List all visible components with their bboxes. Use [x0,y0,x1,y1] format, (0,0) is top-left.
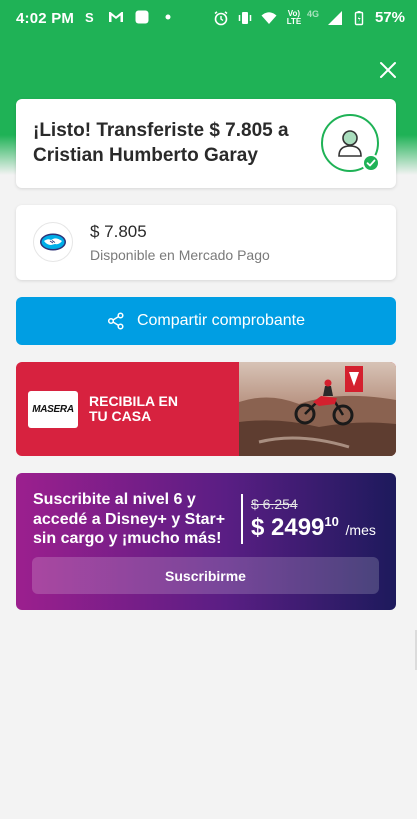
gmail-icon [108,9,124,25]
new-price-main: $ 2499 [251,514,325,541]
vibrate-icon [237,10,253,26]
check-icon [366,159,376,167]
battery-percentage: 57% [374,9,405,26]
subscription-text: Suscribite al nivel 6 y accedé a Disney+… [33,491,226,547]
close-button[interactable] [374,56,402,84]
network-gen-label: 4G [306,8,319,19]
balance-amount: $ 7.805 [90,222,147,241]
status-time: 4:02 PM [16,10,75,27]
share-icon [107,312,124,330]
app-square-icon [134,9,150,25]
notification-dot-icon [160,9,176,25]
mercadopago-icon [40,233,66,251]
promo-banner[interactable]: MASERA RECIBILA EN TU CASA [16,362,396,456]
s-app-icon: S [82,9,98,25]
status-bar: 4:02 PM S Vo) LTE 4G 57% [0,0,417,38]
promo-brand-logo: MASERA [28,391,78,428]
promo-brand-text: MASERA [32,404,74,415]
share-receipt-label: Compartir comprobante [136,312,306,329]
transfer-success-title: ¡Listo! Transferiste $ 7.805 a Cristian … [33,120,289,166]
signal-icon [327,10,343,26]
share-receipt-button[interactable]: Compartir comprobante [16,297,396,345]
transfer-success-card: ¡Listo! Transferiste $ 7.805 a Cristian … [16,99,396,188]
subscribe-button[interactable]: Suscribirme [32,557,379,594]
motorcycle-photo [239,362,396,456]
user-icon [338,130,362,157]
wifi-icon [261,10,277,26]
status-right-icons: Vo) LTE 4G 57% [213,9,405,26]
status-left-icons: S [82,9,176,25]
subscription-new-price: $ 249910 /mes [251,514,376,542]
balance-subtitle: Disponible en Mercado Pago [90,247,270,263]
balance-card: $ 7.805 Disponible en Mercado Pago [16,205,396,280]
alarm-icon [213,10,229,26]
subscription-old-price: $ 6.254 [251,496,298,512]
battery-icon [351,10,367,26]
promo-text: RECIBILA EN TU CASA [89,393,178,424]
new-price-cents: 10 [324,514,339,529]
subscription-banner: Suscribite al nivel 6 y accedé a Disney+… [16,473,396,610]
success-check-badge [362,154,380,172]
mercadopago-logo [33,222,73,262]
volte-icon: Vo) LTE [286,8,302,26]
new-price-period: /mes [345,522,376,538]
subscription-divider [241,494,243,544]
close-icon [380,62,396,78]
